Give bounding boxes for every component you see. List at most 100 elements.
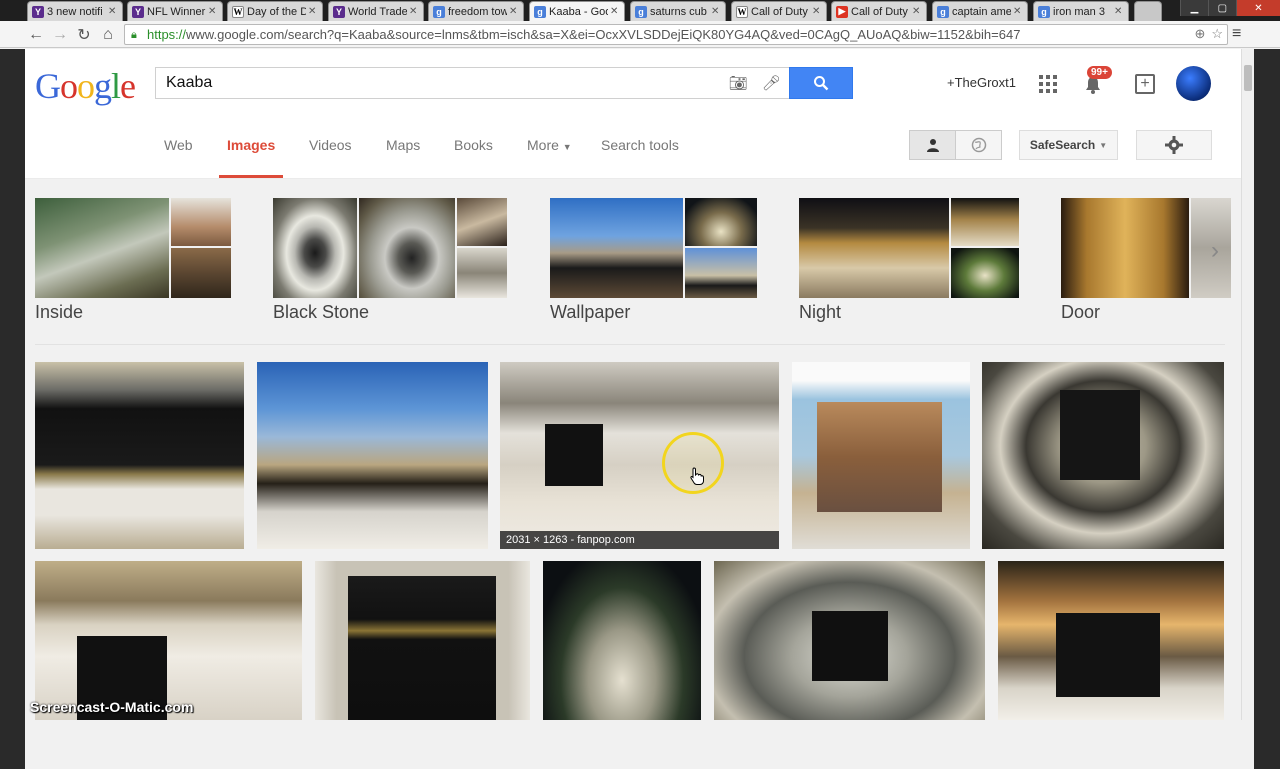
browser-tab-active[interactable]: g Kaaba - Goo ✕ — [529, 1, 625, 21]
image-result[interactable] — [792, 362, 970, 549]
person-icon — [926, 139, 939, 152]
new-tab-button[interactable] — [1134, 1, 1162, 21]
image-result[interactable] — [315, 561, 530, 720]
window-controls: ▁ ▢ ✕ — [1180, 0, 1280, 16]
microphone-icon[interactable]: 🎤︎ — [762, 74, 781, 92]
back-icon[interactable]: ← — [26, 25, 46, 45]
user-link[interactable]: +TheGroxt1 — [947, 75, 1016, 90]
browser-tab[interactable]: g iron man 3 ✕ — [1033, 1, 1129, 21]
wikipedia-favicon-icon: W — [736, 5, 748, 18]
zoom-icon[interactable]: ⊕ — [1194, 26, 1205, 42]
reload-icon[interactable]: ↻ — [74, 25, 94, 45]
yahoo-favicon-icon: Y — [132, 5, 144, 18]
home-icon[interactable]: ⌂ — [98, 25, 118, 45]
tab-more[interactable]: More ▼ — [527, 137, 572, 153]
maximize-icon[interactable]: ▢ — [1207, 0, 1236, 16]
google-favicon-icon: g — [1038, 5, 1050, 18]
image-result[interactable] — [982, 362, 1224, 549]
browser-tab[interactable]: Y World Trade ✕ — [328, 1, 424, 21]
bookmark-star-icon[interactable]: ☆ — [1211, 26, 1223, 42]
tab-title: Kaaba - Goo — [549, 5, 608, 18]
tab-title: Call of Duty — [751, 5, 808, 18]
share-plus-icon[interactable]: + — [1135, 74, 1155, 94]
camera-icon[interactable]: 📷︎ — [729, 74, 748, 92]
apps-grid-icon[interactable] — [1039, 75, 1057, 93]
address-bar[interactable]: 🔒︎ https://www.google.com/search?q=Kaaba… — [124, 24, 1228, 45]
minimize-icon[interactable]: ▁ — [1180, 0, 1208, 16]
safesearch-dropdown[interactable]: SafeSearch ▼ — [1019, 130, 1118, 160]
image-result[interactable] — [714, 561, 985, 720]
close-icon[interactable]: ✕ — [912, 6, 922, 17]
close-icon[interactable]: ✕ — [509, 6, 519, 17]
logo-letter: o — [77, 66, 95, 106]
globe-icon — [971, 137, 986, 153]
google-favicon-icon: g — [534, 5, 546, 18]
tab-books[interactable]: Books — [454, 137, 493, 153]
google-logo[interactable]: Google — [35, 65, 136, 107]
kaaba-shape — [1060, 390, 1140, 480]
chevron-right-icon[interactable]: › — [1211, 237, 1235, 264]
related-thumbnail — [457, 198, 507, 246]
tab-maps[interactable]: Maps — [386, 137, 420, 153]
logo-letter: o — [60, 66, 78, 106]
forward-icon[interactable]: → — [50, 25, 70, 45]
global-results-toggle[interactable] — [955, 130, 1002, 160]
search-tabs-bar: Web Images Videos Maps Books More ▼ Sear… — [25, 117, 1254, 179]
scrollbar-thumb[interactable] — [1244, 65, 1252, 91]
image-result[interactable] — [543, 561, 701, 720]
image-result[interactable] — [35, 561, 302, 720]
tab-web[interactable]: Web — [164, 137, 193, 153]
browser-tab[interactable]: g saturns cub ✕ — [630, 1, 726, 21]
tab-title: Day of the D — [247, 5, 306, 18]
browser-tab[interactable]: ▶ Call of Duty ✕ — [831, 1, 927, 21]
tab-search-tools[interactable]: Search tools — [601, 137, 679, 153]
close-icon[interactable]: ✕ — [711, 6, 721, 17]
close-icon[interactable]: ✕ — [1114, 6, 1124, 17]
logo-letter: l — [111, 66, 121, 106]
close-icon[interactable]: ✕ — [108, 6, 118, 17]
browser-tab[interactable]: g captain ame ✕ — [932, 1, 1028, 21]
kaaba-shape — [545, 424, 603, 486]
related-label: Inside — [35, 302, 84, 322]
browser-tab[interactable]: Y NFL Winner ✕ — [127, 1, 223, 21]
browser-tab[interactable]: W Day of the D ✕ — [227, 1, 323, 21]
kaaba-interior-diagram — [817, 402, 942, 512]
window-frame-right — [1254, 49, 1280, 769]
related-label: Night — [799, 302, 842, 322]
close-icon[interactable]: ✕ — [1013, 6, 1023, 17]
browser-tab[interactable]: Y3 new notifi ✕ — [27, 1, 123, 21]
browser-tab[interactable]: g freedom tow ✕ — [428, 1, 524, 21]
close-icon[interactable]: ✕ — [409, 6, 419, 17]
image-result[interactable] — [998, 561, 1224, 720]
search-icon — [814, 76, 829, 91]
tab-title: Call of Duty — [851, 5, 908, 18]
tab-videos[interactable]: Videos — [309, 137, 352, 153]
avatar[interactable] — [1176, 66, 1211, 101]
tab-images[interactable]: Images — [227, 137, 275, 153]
image-result[interactable] — [500, 362, 779, 549]
image-result[interactable] — [35, 362, 244, 549]
window-close-icon[interactable]: ✕ — [1235, 0, 1280, 16]
search-input[interactable]: Kaaba 📷︎ 🎤︎ — [155, 67, 789, 99]
search-button[interactable] — [789, 67, 853, 99]
close-icon[interactable]: ✕ — [308, 6, 318, 17]
related-thumbnail — [951, 248, 1019, 298]
browser-tab[interactable]: W Call of Duty ✕ — [731, 1, 827, 21]
search-results-page: Google Kaaba 📷︎ 🎤︎ +TheGroxt1 99+ + Web I… — [25, 49, 1254, 720]
kaaba-shape — [812, 611, 888, 681]
private-results-toggle[interactable] — [909, 130, 956, 160]
logo-letter: g — [94, 66, 112, 106]
logo-letter: e — [120, 66, 136, 106]
close-icon[interactable]: ✕ — [610, 6, 620, 17]
image-result[interactable] — [257, 362, 488, 549]
tab-strip: Y3 new notifi ✕ Y NFL Winner ✕ W Day of the … — [0, 0, 1280, 21]
menu-icon[interactable]: ≡ — [1232, 25, 1250, 43]
close-icon[interactable]: ✕ — [812, 6, 822, 17]
scrollbar[interactable] — [1241, 49, 1254, 720]
related-thumbnail — [951, 198, 1019, 246]
close-icon[interactable]: ✕ — [208, 6, 218, 17]
section-divider — [35, 344, 1225, 345]
related-label: Black Stone — [273, 302, 370, 322]
settings-button[interactable] — [1136, 130, 1212, 160]
related-thumbnail — [171, 198, 231, 246]
